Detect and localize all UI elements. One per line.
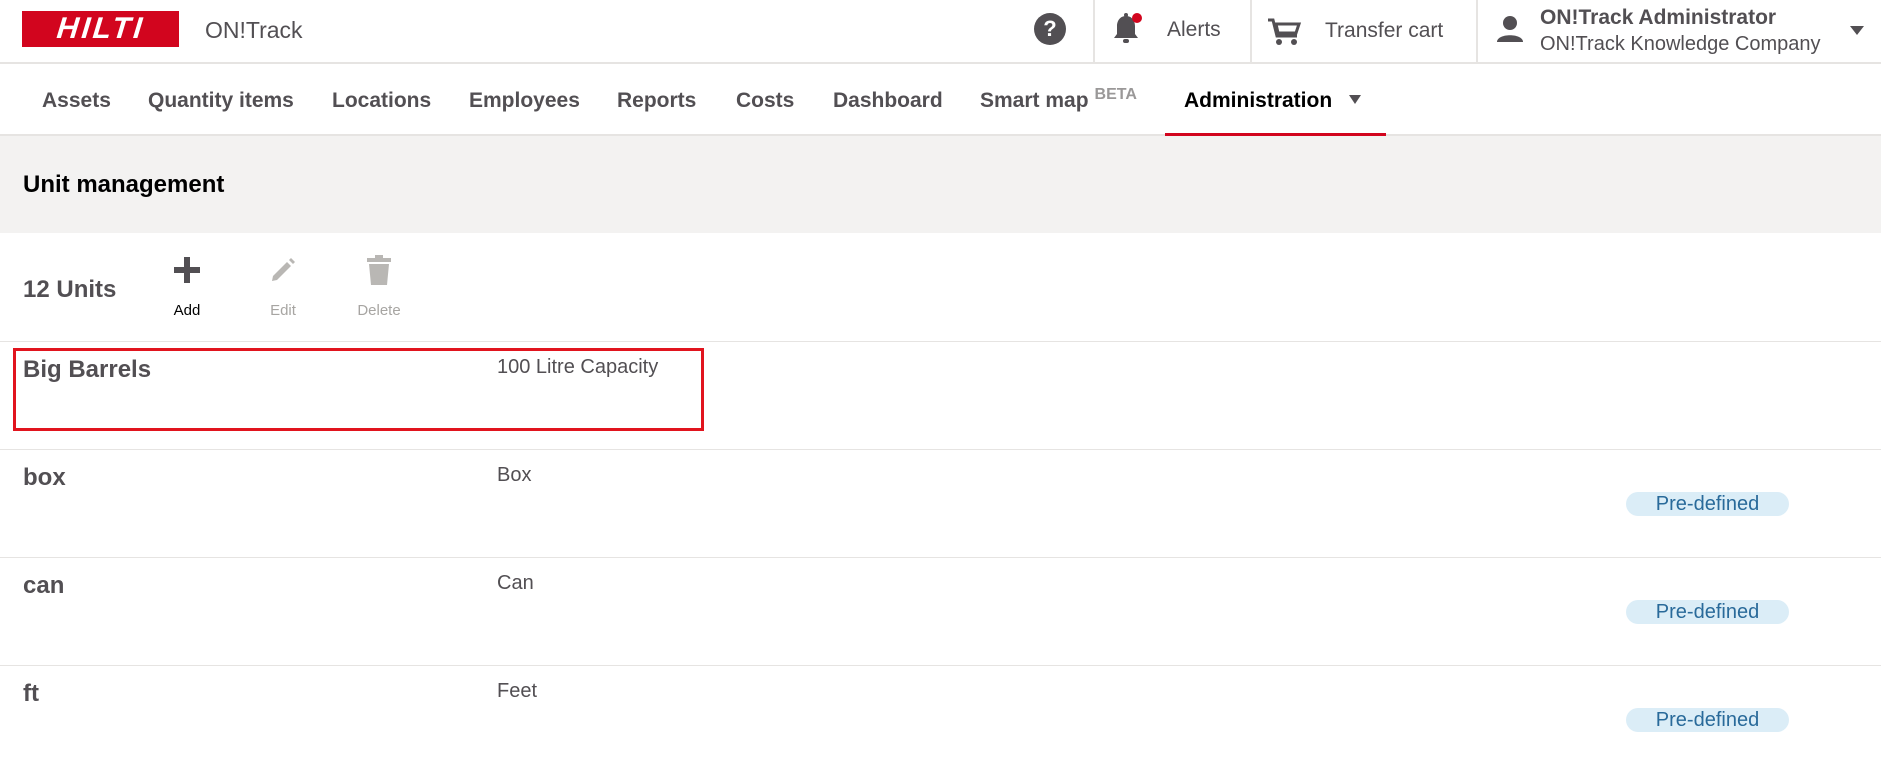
chevron-down-icon[interactable]	[1850, 26, 1864, 35]
logo-text: HILTI	[54, 12, 147, 45]
trash-icon	[367, 255, 391, 285]
transfer-cart-label: Transfer cart	[1325, 19, 1444, 42]
top-header: HILTI ON!Track ? Alerts Transfer cart ON…	[0, 0, 1881, 64]
delete-button[interactable]: Delete	[339, 250, 419, 319]
unit-description: Feet	[497, 680, 538, 702]
predefined-badge: Pre-defined	[1626, 492, 1789, 516]
unit-name: can	[23, 572, 65, 599]
nav-item-assets[interactable]: Assets	[42, 89, 111, 113]
edit-label: Edit	[270, 302, 296, 319]
unit-row[interactable]: ft Feet Pre-defined	[0, 666, 1881, 760]
nav-item-administration[interactable]: Administration	[1184, 89, 1332, 113]
pencil-icon	[272, 258, 295, 281]
chevron-down-icon[interactable]	[1349, 95, 1361, 104]
units-toolbar: 12 Units Add Edit Delete	[0, 233, 1881, 342]
user-company: ON!Track Knowledge Company	[1540, 33, 1821, 55]
nav-item-costs[interactable]: Costs	[736, 89, 794, 113]
unit-name: box	[23, 464, 66, 491]
unit-description: Can	[497, 572, 534, 594]
delete-label: Delete	[357, 302, 401, 319]
header-divider	[1250, 0, 1252, 64]
user-name: ON!Track Administrator	[1540, 6, 1777, 29]
section-header: Unit management	[0, 136, 1881, 233]
unit-row[interactable]: box Box Pre-defined	[0, 450, 1881, 558]
page-title: Unit management	[23, 171, 225, 198]
main-nav: Assets Quantity items Locations Employee…	[0, 64, 1881, 136]
user-icon	[1497, 16, 1523, 42]
header-divider	[1476, 0, 1478, 64]
nav-item-smart-map[interactable]: Smart map BETA	[980, 86, 1137, 113]
unit-row[interactable]: can Can Pre-defined	[0, 558, 1881, 666]
predefined-badge: Pre-defined	[1626, 708, 1789, 732]
nav-item-locations[interactable]: Locations	[332, 89, 431, 113]
predefined-badge: Pre-defined	[1626, 600, 1789, 624]
nav-item-smart-map-label: Smart map	[980, 89, 1089, 112]
unit-description: Box	[497, 464, 532, 486]
highlight-box	[13, 348, 704, 431]
nav-item-quantity-items[interactable]: Quantity items	[148, 89, 294, 113]
plus-icon	[174, 257, 200, 283]
app-name: ON!Track	[205, 17, 303, 43]
add-button[interactable]: Add	[147, 250, 227, 319]
add-label: Add	[173, 302, 201, 319]
hilti-logo[interactable]: HILTI	[22, 11, 179, 47]
beta-badge: BETA	[1094, 86, 1137, 103]
cart-icon	[1268, 18, 1302, 45]
unit-name: ft	[23, 680, 39, 707]
nav-item-reports[interactable]: Reports	[617, 89, 696, 113]
units-count: 12 Units	[23, 276, 117, 303]
edit-button[interactable]: Edit	[243, 250, 323, 319]
nav-item-employees[interactable]: Employees	[469, 89, 580, 113]
nav-item-dashboard[interactable]: Dashboard	[833, 89, 943, 113]
alerts-label: Alerts	[1167, 18, 1221, 41]
question-circle-icon[interactable]: ?	[1034, 13, 1066, 45]
bell-icon	[1114, 13, 1142, 43]
header-divider	[1093, 0, 1095, 64]
